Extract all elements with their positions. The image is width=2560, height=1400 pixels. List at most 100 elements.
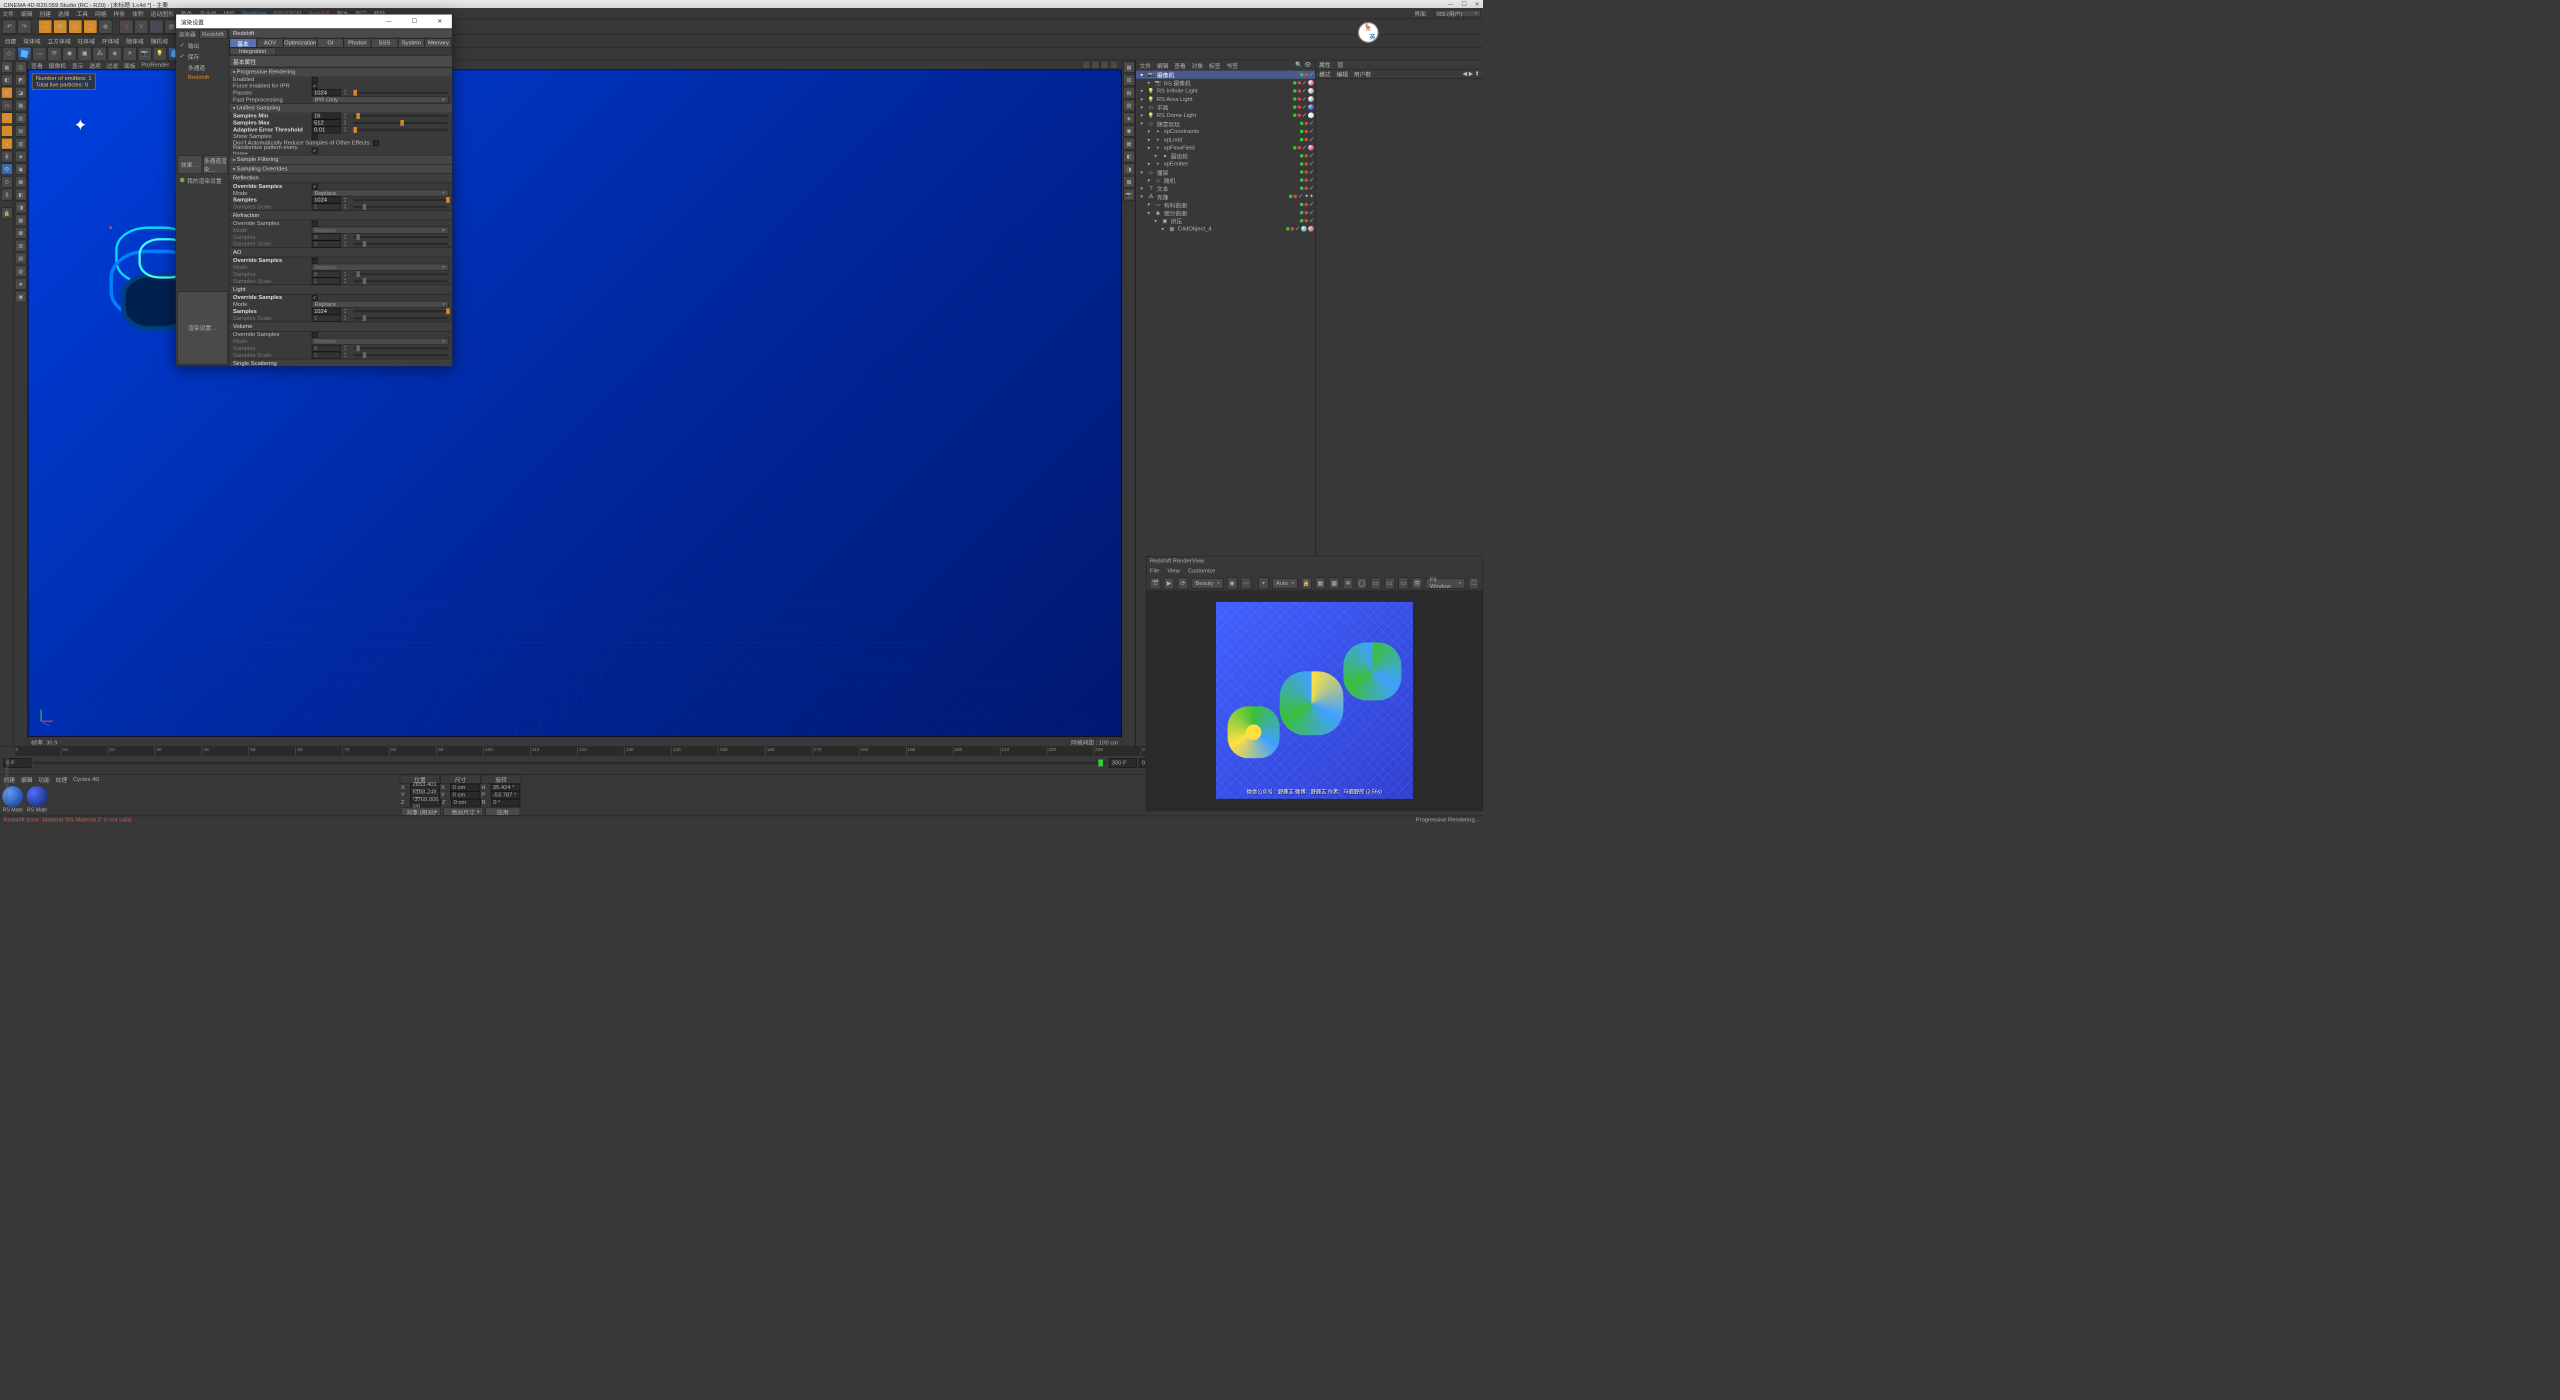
light-obj-button[interactable]: 💡 <box>153 47 167 61</box>
effects-button[interactable]: 效果… <box>177 155 202 174</box>
vp-menu-panel[interactable]: 面板 <box>124 61 136 70</box>
tool12-button[interactable]: ▩ <box>15 214 27 226</box>
vp-nav4-icon[interactable] <box>1110 61 1118 69</box>
ao-override-check[interactable] <box>312 257 318 263</box>
minimize-icon[interactable]: — <box>1447 1 1453 7</box>
vp-menu-filter[interactable]: 过滤 <box>107 61 119 70</box>
rv-win2-icon[interactable]: ▭ <box>1384 578 1394 590</box>
vis-editor-dot[interactable] <box>1300 162 1303 165</box>
tool9-button[interactable]: ▦ <box>15 176 27 188</box>
mt3-button[interactable]: ▤ <box>1123 87 1135 99</box>
smax-slider[interactable] <box>353 122 447 124</box>
check-icon[interactable]: ✓ <box>1309 72 1314 78</box>
menu-mograph[interactable]: 运动图形 <box>151 9 174 18</box>
progressive-header[interactable]: Progressive Rendering <box>229 67 451 76</box>
check-icon[interactable]: ✓ <box>1302 80 1307 86</box>
rv-more-button[interactable]: ⋯ <box>1241 578 1251 590</box>
object-row[interactable]: ▾▭平面✓ <box>1136 103 1315 111</box>
recent-tool-button[interactable]: ⊕ <box>98 20 112 34</box>
expand-icon[interactable]: ▾ <box>1145 177 1152 184</box>
check-icon[interactable]: ✓ <box>1298 193 1303 199</box>
apply-button[interactable]: 应用 <box>485 808 520 816</box>
vis-render-dot[interactable] <box>1304 162 1307 165</box>
mat-menu-tex[interactable]: 纹理 <box>56 775 68 784</box>
model-mode-button[interactable]: ▦ <box>1 61 13 73</box>
obj-menu-bookmarks[interactable]: 书签 <box>1226 61 1238 70</box>
tool15-button[interactable]: ▤ <box>15 253 27 265</box>
rv-fit-select[interactable]: Fit Window <box>1426 578 1465 588</box>
vis-editor-dot[interactable] <box>1300 138 1303 141</box>
tool5-button[interactable]: ▤ <box>15 125 27 137</box>
expand-icon[interactable]: ▾ <box>1138 96 1145 103</box>
rv-file[interactable]: File <box>1150 567 1159 573</box>
randomize-check[interactable]: ✓ <box>312 147 318 153</box>
object-row[interactable]: ▾◉细分曲面✓ <box>1136 209 1315 217</box>
pos-z[interactable]: -3769.006 cm <box>410 799 441 807</box>
dialog-titlebar[interactable]: 渲染设置 — ☐ ✕ <box>176 14 452 28</box>
fastpp-combo[interactable]: IPR Only <box>312 96 449 103</box>
tab-gi[interactable]: GI <box>317 38 344 47</box>
axis-z-button[interactable]: Z <box>149 20 163 34</box>
show-samples-check[interactable] <box>312 134 318 140</box>
size-y[interactable]: 0 cm <box>450 791 480 799</box>
menu-volume[interactable]: 体积 <box>132 9 144 18</box>
env-button[interactable]: ☀ <box>123 47 137 61</box>
object-row[interactable]: ▾✴xpLimit✓ <box>1136 136 1315 144</box>
aet-slider[interactable] <box>353 129 447 131</box>
axis-x-button[interactable]: X <box>119 20 133 34</box>
layer-tab[interactable]: 层 <box>1338 60 1344 69</box>
mt10-button[interactable]: ▩ <box>1123 176 1135 188</box>
expand-icon[interactable]: ▾ <box>1138 87 1145 94</box>
object-row[interactable]: ▾▦C4dObject_4✓ <box>1136 225 1315 233</box>
attrib-user[interactable]: 用户数 <box>1354 70 1371 79</box>
rotate-button[interactable]: ◯ <box>83 20 97 34</box>
layout-combo[interactable]: RS (用户) <box>1434 10 1480 17</box>
rv-auto-select[interactable]: Auto <box>1272 578 1298 588</box>
vp-menu-view[interactable]: 查看 <box>31 61 43 70</box>
vis-editor-dot[interactable] <box>1293 97 1296 100</box>
tag-icon[interactable] <box>1308 226 1314 232</box>
object-mode-button[interactable]: ◧ <box>1 74 13 86</box>
tag-icon[interactable] <box>1308 80 1314 86</box>
my-render-settings[interactable]: ⬣ 我的渲染设置 <box>176 175 229 186</box>
vis-render-dot[interactable] <box>1304 154 1307 157</box>
vp-menu-prorender[interactable]: ProRender <box>141 62 169 68</box>
cube-field-label[interactable]: 立方体域 <box>45 36 73 45</box>
vis-render-dot[interactable] <box>1304 178 1307 181</box>
vis-render-dot[interactable] <box>1304 130 1307 133</box>
vp-nav3-icon[interactable] <box>1101 61 1109 69</box>
expand-icon[interactable]: ▾ <box>1159 225 1166 232</box>
rv-grid2-icon[interactable]: ▩ <box>1329 578 1339 590</box>
expand-icon[interactable]: ▾ <box>1138 112 1145 119</box>
tab-aov[interactable]: AOV <box>256 38 283 47</box>
check-icon[interactable]: ✓ <box>1302 96 1307 102</box>
vis-render-dot[interactable] <box>1304 170 1307 173</box>
tab-system[interactable]: System <box>398 38 425 47</box>
force-ipr-check[interactable]: ✓ <box>312 83 318 89</box>
multipass-button[interactable]: 多通道渲染… <box>203 155 228 174</box>
rot-h[interactable]: 35.424 ° <box>490 784 520 792</box>
menu-mesh[interactable]: 网格 <box>95 9 107 18</box>
null-obj-button[interactable]: ◇ <box>2 47 16 61</box>
vp-menu-options[interactable]: 选项 <box>89 61 101 70</box>
workplane-button[interactable]: ▭ <box>1 100 13 112</box>
rv-win1-icon[interactable]: ▭ <box>1370 578 1380 590</box>
rv-render-button[interactable]: 🎬 <box>1150 578 1160 590</box>
cylinder-field-label[interactable]: 柱体域 <box>75 36 97 45</box>
check-icon[interactable]: ✓ <box>1309 201 1314 207</box>
rv-win3-icon[interactable]: ▭ <box>1398 578 1408 590</box>
vis-editor-dot[interactable] <box>1300 130 1303 133</box>
tag-icon[interactable] <box>1308 112 1314 118</box>
passes-slider[interactable] <box>353 92 447 94</box>
rv-refresh-button[interactable]: ⟳ <box>1178 578 1188 590</box>
vis-render-dot[interactable] <box>1304 138 1307 141</box>
viewport-solo-button[interactable]: 👁 <box>1 163 13 175</box>
expand-icon[interactable]: ▾ <box>1138 185 1145 192</box>
expand-icon[interactable]: ▾ <box>1138 104 1145 111</box>
attrib-mode[interactable]: 模式 <box>1319 70 1331 79</box>
vis-render-dot[interactable] <box>1304 219 1307 222</box>
vis-render-dot[interactable] <box>1297 105 1300 108</box>
create-field-label[interactable]: 创建 <box>2 36 18 45</box>
size-z[interactable]: 0 cm <box>451 799 480 807</box>
cube-obj-button[interactable] <box>17 47 31 61</box>
